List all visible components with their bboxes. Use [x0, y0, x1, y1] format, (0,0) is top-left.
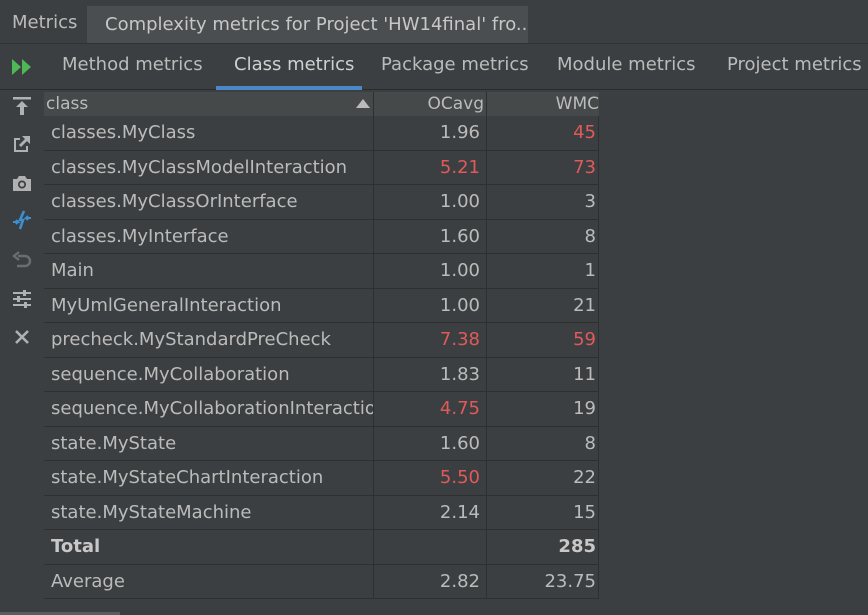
class-name-cell: Main: [44, 254, 374, 288]
class-name-cell: precheck.MyStandardPreCheck: [44, 323, 374, 357]
class-name-cell: state.MyStateChartInteraction: [44, 461, 374, 495]
wmc-cell: 22: [487, 461, 599, 495]
class-name-cell: state.MyStateMachine: [44, 495, 374, 530]
wmc-cell: 21: [487, 288, 599, 323]
table-body: classes.MyClass 1.96 45 classes.MyClassMode…: [44, 116, 599, 599]
class-name-cell: classes.MyInterface: [44, 219, 374, 254]
table-row[interactable]: state.MyStateMachine 2.14 15: [44, 495, 599, 530]
ocavg-cell: 1.60: [374, 426, 487, 461]
tool-window-header: Metrics Complexity metrics for Project '…: [0, 0, 868, 44]
tool-window-title: Metrics: [12, 12, 78, 33]
wmc-cell: 11: [487, 357, 599, 392]
column-header-ocavg[interactable]: OCavg: [374, 92, 487, 116]
camera-icon[interactable]: [10, 171, 34, 195]
ocavg-cell: 5.21: [374, 150, 487, 185]
ocavg-cell: 2.14: [374, 495, 487, 530]
average-label-cell: Average: [44, 564, 374, 599]
table-row[interactable]: sequence.MyCollaboration 1.83 11: [44, 357, 599, 392]
wmc-cell: 3: [487, 185, 599, 219]
table-row[interactable]: state.MyStateChartInteraction 5.50 22: [44, 461, 599, 496]
content-tab-complexity[interactable]: Complexity metrics for Project 'HW14fina…: [87, 6, 528, 43]
class-name-cell: sequence.MyCollaborationInteraction: [44, 392, 374, 426]
sort-ascending-icon: [356, 99, 370, 108]
wmc-cell: 8: [487, 219, 599, 254]
undo-icon: [10, 249, 34, 273]
total-wmc-cell: 285: [487, 530, 599, 564]
rerun-icon[interactable]: [10, 56, 34, 78]
metrics-tab-bar: Method metrics Class metrics Package met…: [0, 44, 868, 90]
column-header-class[interactable]: class: [44, 92, 374, 116]
table-row-average[interactable]: Average 2.82 23.75: [44, 564, 599, 599]
close-icon[interactable]: [10, 325, 34, 349]
export-icon[interactable]: [10, 94, 34, 118]
table-row[interactable]: classes.MyInterface 1.60 8: [44, 219, 599, 254]
wmc-cell: 45: [487, 116, 599, 150]
tab-method-metrics[interactable]: Method metrics: [62, 44, 203, 90]
ocavg-cell: 1.00: [374, 185, 487, 219]
settings-sliders-icon[interactable]: [10, 287, 34, 311]
active-tab-indicator: [216, 86, 362, 90]
wmc-cell: 8: [487, 426, 599, 461]
table-row[interactable]: MyUmlGeneralInteraction 1.00 21: [44, 288, 599, 323]
class-name-cell: sequence.MyCollaboration: [44, 357, 374, 392]
wmc-cell: 1: [487, 254, 599, 288]
ocavg-cell: 1.96: [374, 116, 487, 150]
table-row[interactable]: precheck.MyStandardPreCheck 7.38 59: [44, 323, 599, 358]
ocavg-cell: 5.50: [374, 461, 487, 495]
ocavg-cell: 1.00: [374, 254, 487, 288]
table-row[interactable]: sequence.MyCollaborationInteraction 4.75 1…: [44, 392, 599, 427]
wmc-cell: 15: [487, 495, 599, 530]
table-header: class OCavg WMC: [44, 92, 599, 116]
tab-package-metrics[interactable]: Package metrics: [381, 44, 529, 90]
ocavg-cell: 1.60: [374, 219, 487, 254]
total-ocavg-cell: [374, 530, 487, 564]
table-row[interactable]: Main 1.00 1: [44, 254, 599, 289]
wmc-cell: 59: [487, 323, 599, 357]
class-name-cell: state.MyState: [44, 426, 374, 461]
table-row-total[interactable]: Total 285: [44, 530, 599, 565]
average-ocavg-cell: 2.82: [374, 564, 487, 599]
class-name-cell: classes.MyClassModelInteraction: [44, 150, 374, 185]
compare-icon[interactable]: [10, 208, 34, 232]
wmc-cell: 73: [487, 150, 599, 185]
metrics-toolbar: [0, 90, 44, 615]
ocavg-cell: 4.75: [374, 392, 487, 426]
table-row[interactable]: classes.MyClassOrInterface 1.00 3: [44, 185, 599, 220]
total-label-cell: Total: [44, 530, 374, 564]
wmc-cell: 19: [487, 392, 599, 426]
tab-module-metrics[interactable]: Module metrics: [557, 44, 696, 90]
table-row[interactable]: state.MyState 1.60 8: [44, 426, 599, 461]
average-wmc-cell: 23.75: [487, 564, 599, 599]
open-external-icon[interactable]: [10, 132, 34, 156]
tab-project-metrics[interactable]: Project metrics: [727, 44, 862, 90]
table-row[interactable]: classes.MyClassModelInteraction 5.21 73: [44, 150, 599, 185]
table-row[interactable]: classes.MyClass 1.96 45: [44, 116, 599, 151]
class-name-cell: classes.MyClass: [44, 116, 374, 150]
column-header-wmc[interactable]: WMC: [487, 92, 599, 116]
ocavg-cell: 7.38: [374, 323, 487, 357]
tab-class-metrics[interactable]: Class metrics: [216, 44, 362, 90]
class-name-cell: MyUmlGeneralInteraction: [44, 288, 374, 323]
ocavg-cell: 1.00: [374, 288, 487, 323]
class-name-cell: classes.MyClassOrInterface: [44, 185, 374, 219]
class-metrics-table: class OCavg WMC classes.MyClass 1.96 45 cla…: [44, 92, 868, 602]
ocavg-cell: 1.83: [374, 357, 487, 392]
